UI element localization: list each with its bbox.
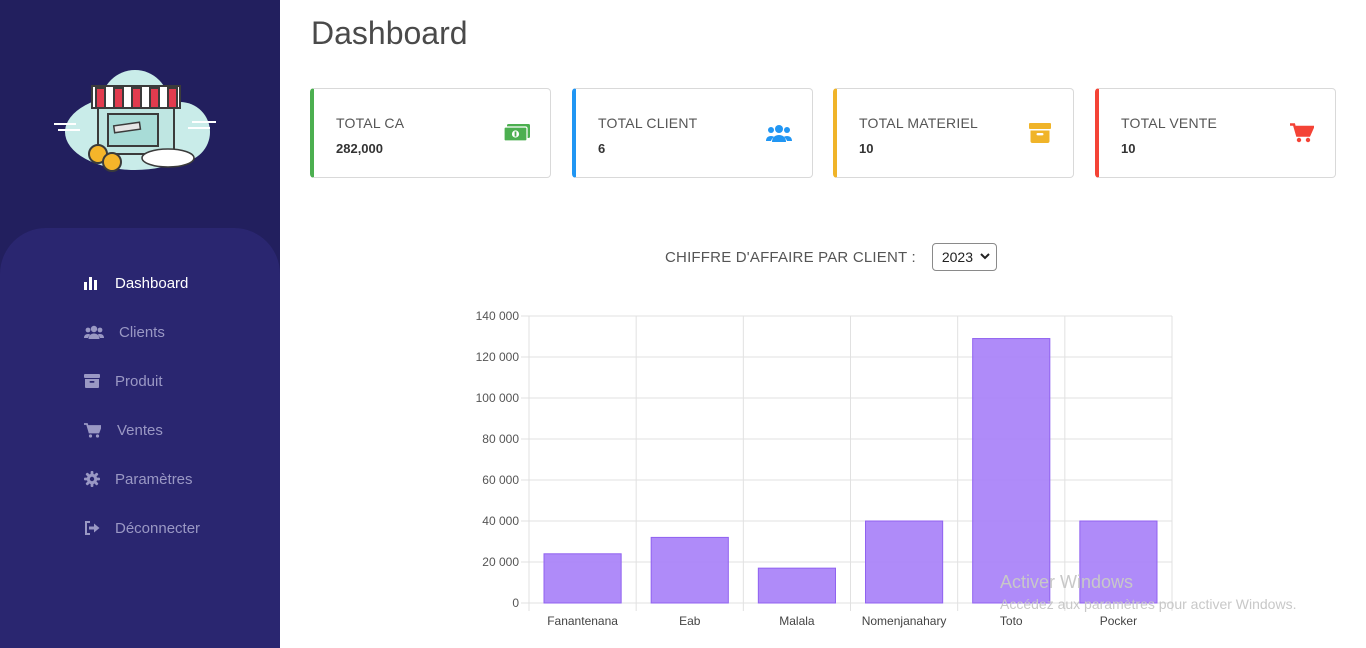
y-tick-label: 80 000 xyxy=(482,432,519,446)
x-tick-label: Pocker xyxy=(1100,614,1137,628)
x-tick-label: Eab xyxy=(679,614,701,628)
gear-icon xyxy=(84,470,104,488)
money-icon xyxy=(504,122,530,144)
card-value: 6 xyxy=(598,141,606,156)
y-tick-label: 60 000 xyxy=(482,473,519,487)
card-label: TOTAL CA xyxy=(336,115,405,131)
revenue-bar-chart: 0 20 000 40 000 60 000 80 000 100 000 120 000 1… xyxy=(476,309,1173,628)
x-tick-label: Malala xyxy=(779,614,815,628)
total-client-card: TOTAL CLIENT 6 xyxy=(572,88,813,178)
sign-out-icon xyxy=(84,519,104,537)
card-label: TOTAL MATERIEL xyxy=(859,115,978,131)
sidebar-item-dashboard[interactable]: Dashboard xyxy=(84,272,188,294)
sidebar-item-ventes[interactable]: Ventes xyxy=(84,419,163,441)
cart-icon xyxy=(84,421,106,439)
sidebar-item-label: Clients xyxy=(119,323,165,341)
app-window: Dashboard Clients Produit Ventes Paramèt xyxy=(0,0,1366,648)
bar xyxy=(1079,520,1158,604)
sidebar-item-deconnecter[interactable]: Déconnecter xyxy=(84,517,200,539)
y-tick-label: 140 000 xyxy=(476,309,520,323)
bar xyxy=(865,520,944,604)
y-tick-label: 20 000 xyxy=(482,555,519,569)
sidebar-item-label: Produit xyxy=(115,372,163,390)
chart-title: CHIFFRE D'AFFAIRE PAR CLIENT : xyxy=(665,248,916,266)
sidebar-item-label: Dashboard xyxy=(115,274,189,292)
bar xyxy=(972,338,1051,604)
x-tick-label: Fanantenana xyxy=(547,614,618,628)
sidebar-item-clients[interactable]: Clients xyxy=(84,321,165,343)
y-tick-label: 0 xyxy=(512,596,519,610)
page-title: Dashboard xyxy=(311,15,468,51)
shop-logo xyxy=(50,62,220,182)
total-vente-card: TOTAL VENTE 10 xyxy=(1095,88,1336,178)
card-value: 10 xyxy=(859,141,874,156)
sidebar-item-label: Paramètres xyxy=(115,470,193,488)
y-tick-label: 100 000 xyxy=(476,391,520,405)
total-materiel-card: TOTAL MATERIEL 10 xyxy=(833,88,1074,178)
archive-icon xyxy=(84,372,104,390)
card-value: 282,000 xyxy=(336,141,383,156)
sidebar-item-label: Déconnecter xyxy=(115,519,201,537)
total-ca-card: TOTAL CA 282,000 xyxy=(310,88,551,178)
cart-icon xyxy=(1289,122,1315,144)
card-label: TOTAL VENTE xyxy=(1121,115,1218,131)
bar xyxy=(543,553,622,604)
archive-icon xyxy=(1027,122,1053,144)
y-tick-label: 40 000 xyxy=(482,514,519,528)
bar xyxy=(757,567,836,604)
users-icon xyxy=(766,122,792,144)
x-tick-label: Toto xyxy=(1000,614,1023,628)
x-tick-label: Nomenjanahary xyxy=(862,614,947,628)
sidebar-item-parametres[interactable]: Paramètres xyxy=(84,468,193,490)
sidebar-item-label: Ventes xyxy=(117,421,163,439)
users-icon xyxy=(84,323,108,341)
chart-header: CHIFFRE D'AFFAIRE PAR CLIENT : 2023 xyxy=(665,243,997,271)
chevron-down-icon xyxy=(980,252,990,263)
year-select-value: 2023 xyxy=(941,249,973,265)
card-label: TOTAL CLIENT xyxy=(598,115,698,131)
card-value: 10 xyxy=(1121,141,1136,156)
bar xyxy=(650,536,729,604)
bar-chart-icon xyxy=(84,274,104,292)
sidebar-item-produit[interactable]: Produit xyxy=(84,370,163,392)
y-tick-label: 120 000 xyxy=(476,350,520,364)
sidebar: Dashboard Clients Produit Ventes Paramèt xyxy=(0,0,280,648)
year-select[interactable]: 2023 xyxy=(931,243,997,271)
